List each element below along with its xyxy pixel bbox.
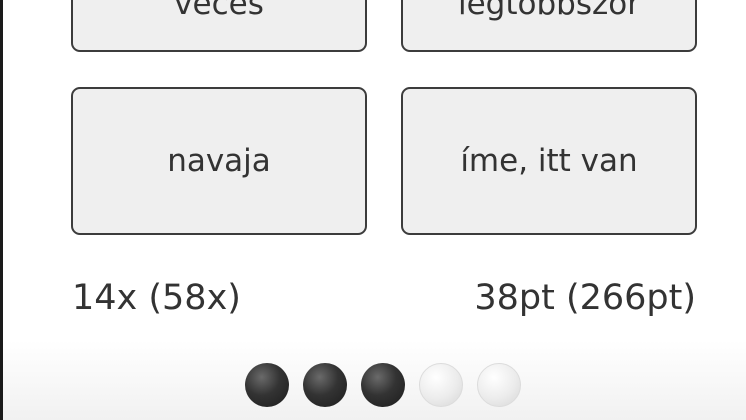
answer-option-2[interactable]: legtöbbször [401,0,697,52]
answer-option-3[interactable]: navaja [71,87,367,235]
progress-dot-filled [361,363,405,407]
progress-dot-empty [477,363,521,407]
progress-dot-filled [303,363,347,407]
points-stat: 38pt (266pt) [474,278,696,318]
answer-label: legtöbbször [458,0,640,22]
answer-option-1[interactable]: veces [71,0,367,52]
answer-label: navaja [167,143,271,179]
answer-option-4[interactable]: íme, itt van [401,87,697,235]
progress-dot-empty [419,363,463,407]
answer-label: veces [174,0,264,22]
answer-label: íme, itt van [460,143,638,179]
count-stat: 14x (58x) [72,278,241,318]
progress-dots [245,363,521,409]
progress-dot-filled [245,363,289,407]
